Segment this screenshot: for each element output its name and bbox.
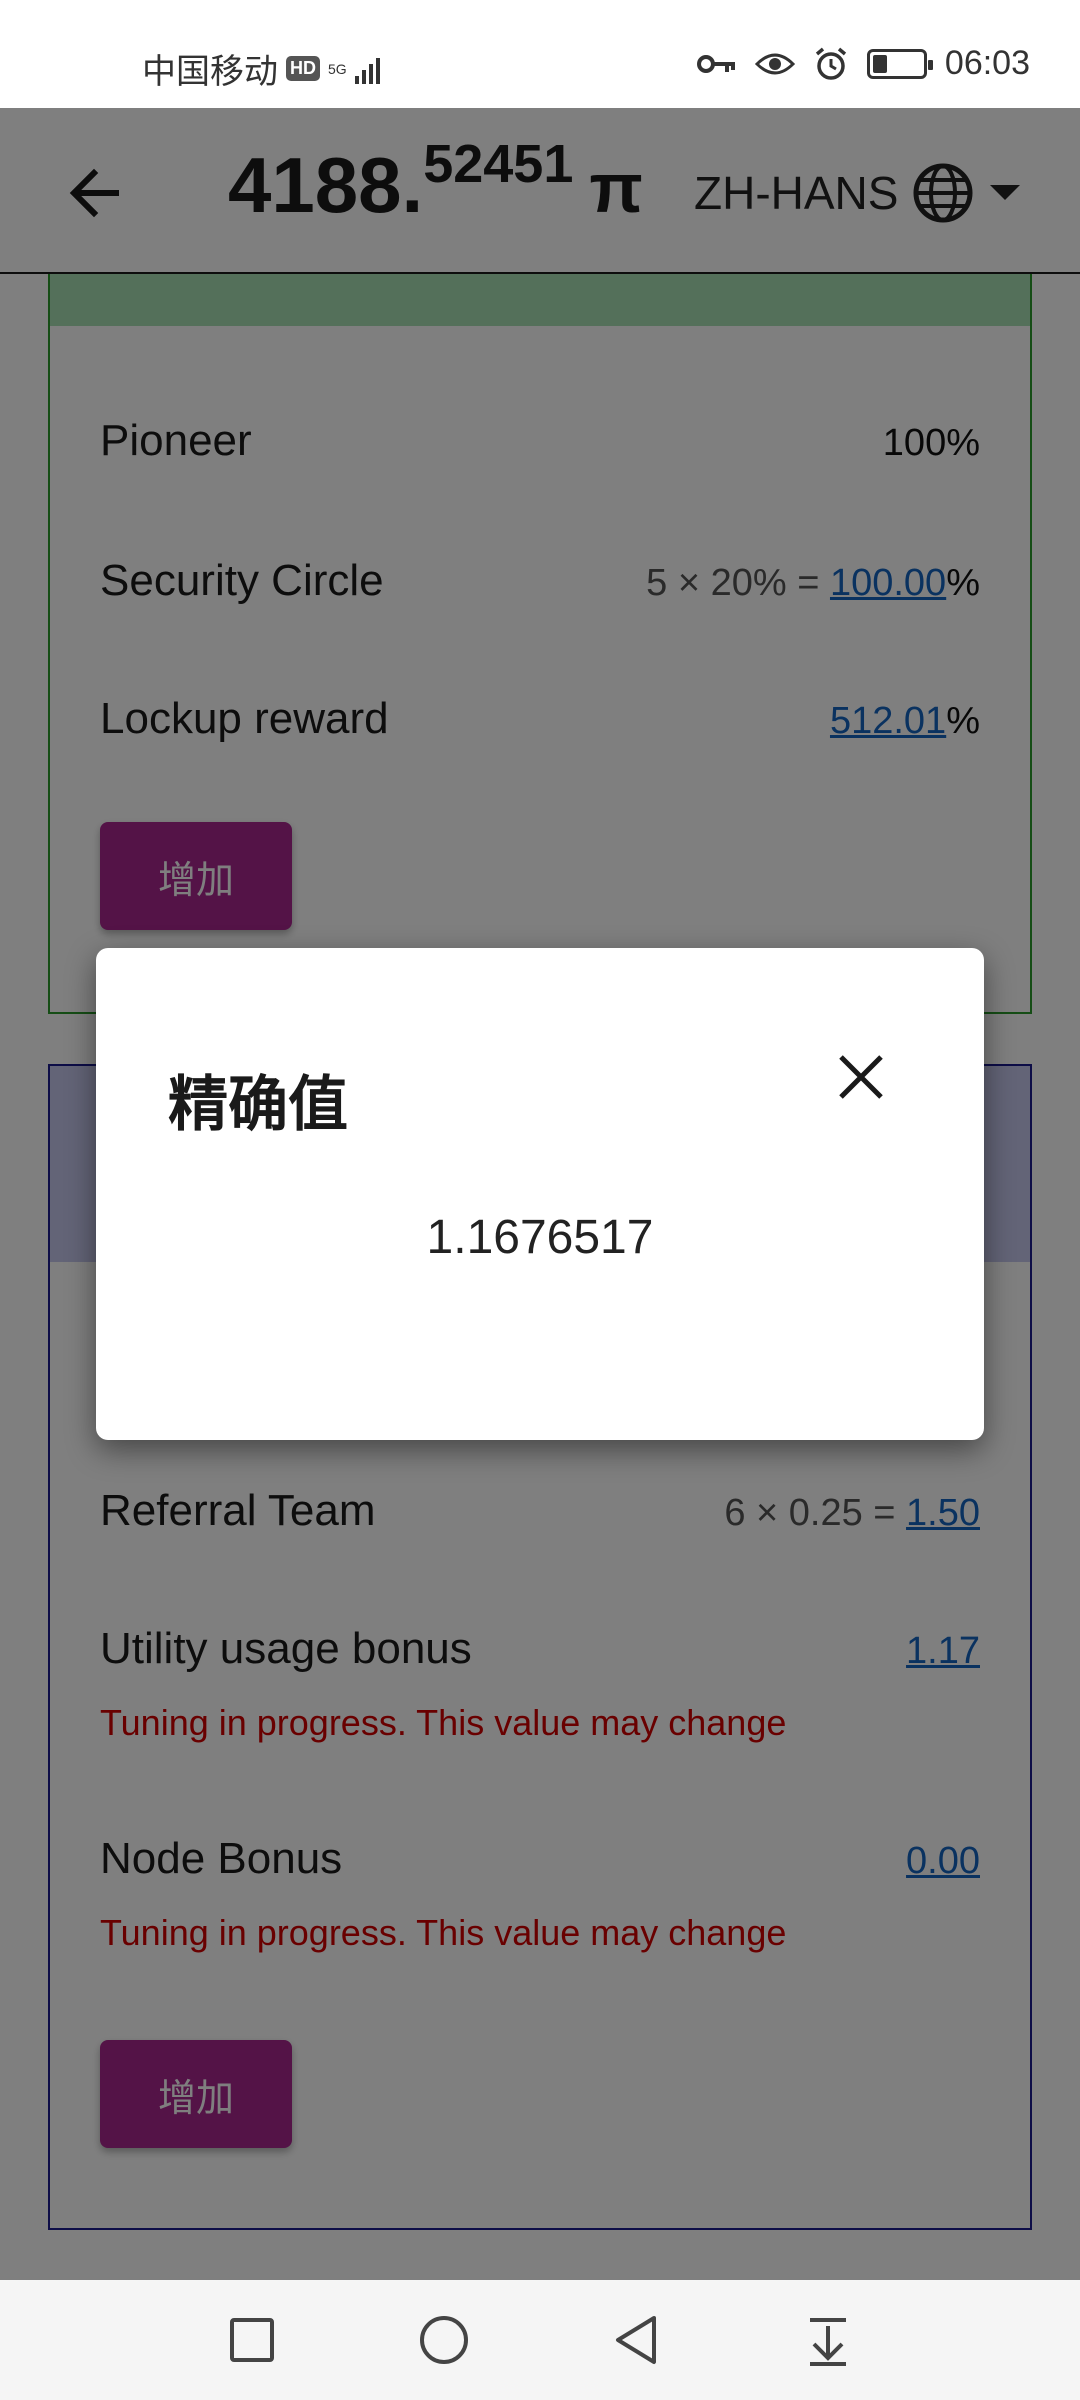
eye-icon <box>754 53 795 74</box>
system-nav-bar <box>0 2280 1080 2400</box>
carrier-name: 中国移动 <box>142 53 278 91</box>
network-type: 5G <box>328 60 347 77</box>
status-left: 中国移动 HD 5G <box>142 44 380 93</box>
key-icon <box>696 54 735 73</box>
home-circle-icon[interactable] <box>418 2314 470 2366</box>
notification-pull-icon[interactable] <box>802 2314 854 2366</box>
exact-value-dialog: 精确值 1.1676517 <box>96 948 984 1440</box>
alarm-icon <box>815 47 847 80</box>
status-bar: 中国移动 HD 5G 06:03 <box>0 0 1080 108</box>
back-triangle-icon[interactable] <box>610 2314 662 2366</box>
signal-icon <box>354 54 380 84</box>
battery-icon <box>866 48 933 79</box>
close-icon[interactable] <box>836 1052 886 1102</box>
status-right: 06:03 <box>696 44 1030 83</box>
recents-square-icon[interactable] <box>226 2314 278 2366</box>
dialog-title: 精确值 <box>168 1071 348 1138</box>
clock: 06:03 <box>944 44 1030 82</box>
exact-value: 1.1676517 <box>426 1211 654 1264</box>
hd-badge: HD <box>286 56 320 81</box>
